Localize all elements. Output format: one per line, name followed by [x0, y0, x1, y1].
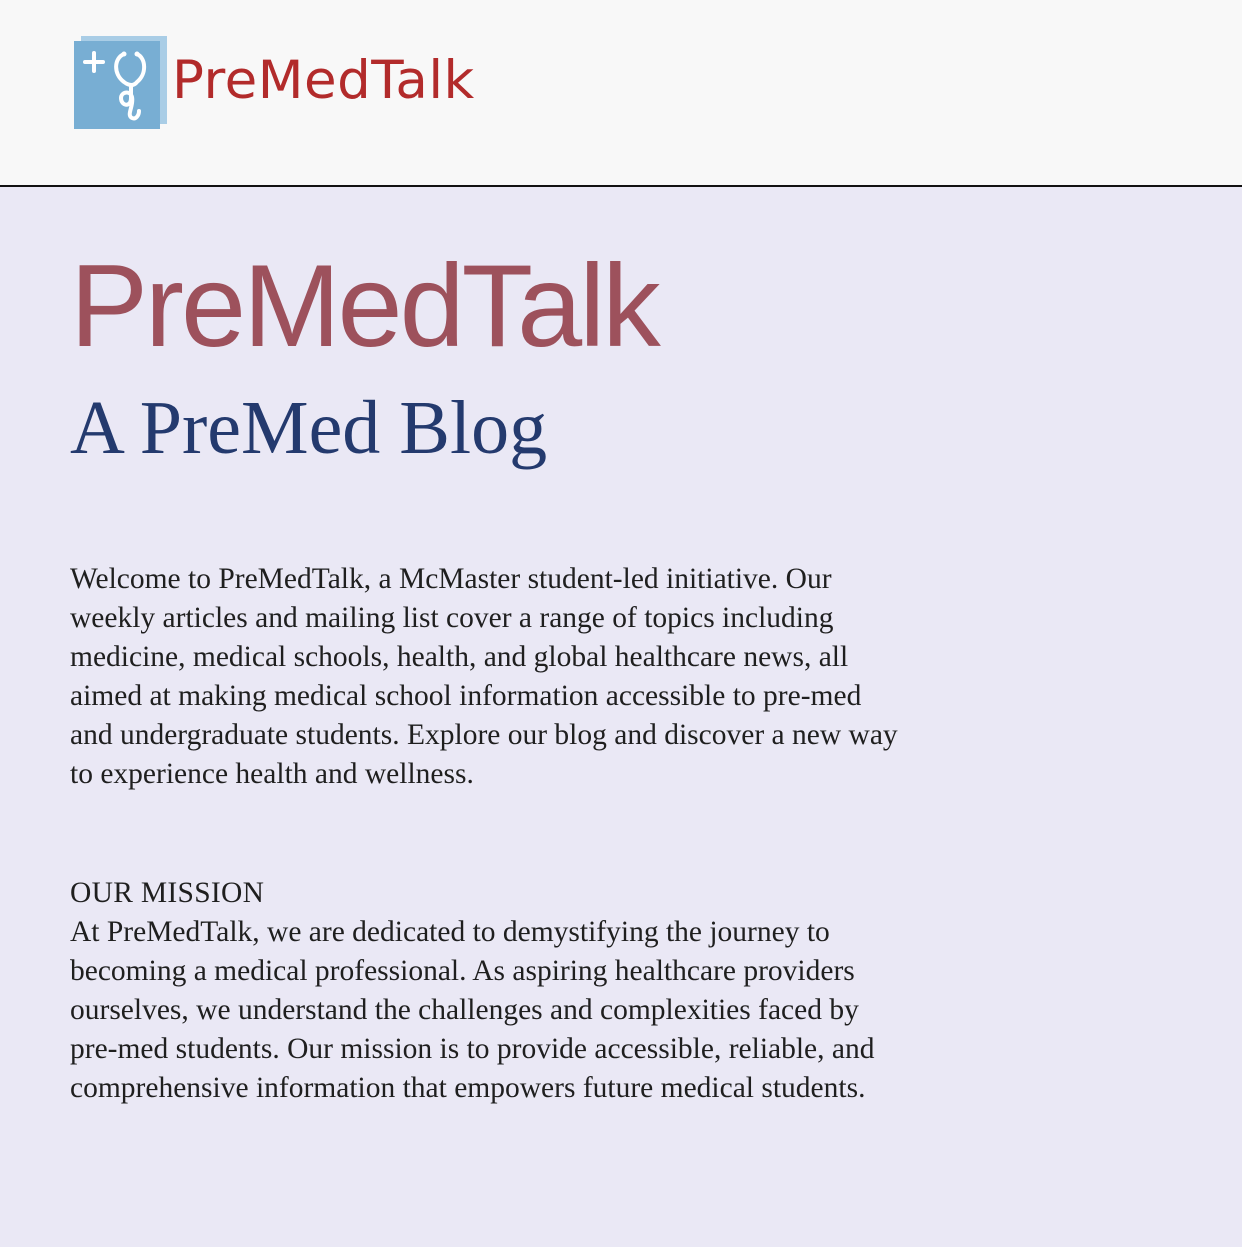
mission-heading: OUR MISSION — [70, 877, 265, 909]
stethoscope-plus-icon — [74, 36, 168, 130]
hero-title: PreMedTalk — [70, 240, 661, 371]
hero-subtitle: A PreMed Blog — [70, 386, 548, 470]
site-header: PreMedTalk — [0, 0, 1242, 187]
intro-paragraph: Welcome to PreMedTalk, a McMaster studen… — [70, 563, 898, 790]
mission-paragraph: At PreMedTalk, we are dedicated to demys… — [70, 916, 875, 1104]
home-logo-link[interactable]: PreMedTalk — [74, 36, 475, 130]
brand-name: PreMedTalk — [172, 49, 475, 111]
